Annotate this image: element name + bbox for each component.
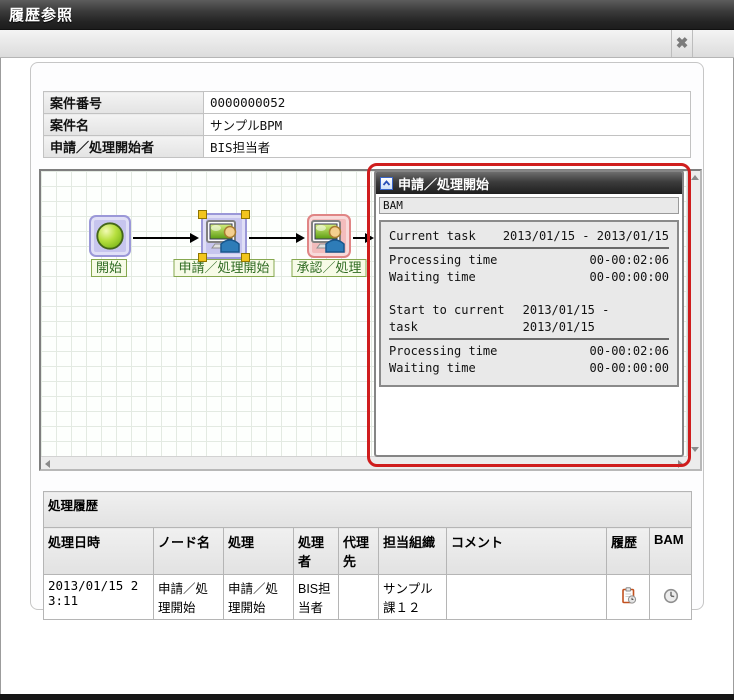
cell-action: 申請／処理開始 [223, 574, 294, 620]
table-title-row: 処理履歴 [42, 491, 693, 528]
case-number-label: 案件番号 [43, 91, 204, 114]
stat-label: Processing time [389, 344, 498, 358]
col-history: 履歴 [606, 527, 650, 575]
cell-org: サンプル課１２ [378, 574, 447, 620]
stat-value: 00-00:00:00 [589, 361, 669, 375]
case-name-value: サンプルBPM [203, 113, 691, 136]
window-bottom-edge [0, 694, 734, 700]
stat-row: Start to current task 2013/01/15 - 2013/… [389, 302, 669, 336]
separator [389, 338, 669, 340]
selection-handle[interactable] [198, 210, 207, 219]
apply-node-label: 申請／処理開始 [173, 259, 275, 277]
stat-label: Waiting time [389, 270, 476, 284]
stat-label: Current task [389, 229, 476, 243]
cell-node-name: 申請／処理開始 [153, 574, 224, 620]
col-node-name: ノード名 [153, 527, 224, 575]
bam-detail-highlight-frame: 申請／処理開始 BAM Current task 2013/01/15 - 20… [367, 163, 691, 467]
bam-panel-header: 申請／処理開始 [376, 172, 682, 194]
stat-value: 00-00:02:06 [589, 253, 669, 267]
col-action: 処理 [223, 527, 294, 575]
bam-stats-box: Current task 2013/01/15 - 2013/01/15 Pro… [379, 220, 679, 387]
flow-arrow [133, 233, 199, 243]
chevron-up-icon [382, 179, 391, 186]
cell-datetime: 2013/01/15 23:11 [43, 574, 154, 620]
stat-row: Processing time 00-00:02:06 [389, 343, 669, 360]
bam-detail-panel: 申請／処理開始 BAM Current task 2013/01/15 - 20… [374, 170, 684, 457]
start-node[interactable] [89, 215, 131, 257]
bam-panel-title: 申請／処理開始 [398, 176, 490, 192]
stat-label: Waiting time [389, 361, 476, 375]
bam-label-bar: BAM [379, 197, 679, 214]
applicant-label: 申請／処理開始者 [43, 135, 204, 158]
close-button[interactable]: ✖ [671, 30, 693, 57]
dialog-body: 案件番号 0000000052 案件名 サンプルBPM 申請／処理開始者 BIS… [0, 58, 734, 694]
cell-processor: BIS担当者 [293, 574, 339, 620]
case-info-table: 案件番号 0000000052 案件名 サンプルBPM 申請／処理開始者 BIS… [43, 91, 691, 158]
stat-row: Processing time 00-00:02:06 [389, 252, 669, 269]
history-table-title: 処理履歴 [42, 491, 693, 528]
selection-handle[interactable] [241, 210, 250, 219]
case-name-label: 案件名 [43, 113, 204, 136]
task-person-icon [311, 220, 345, 253]
table-row: 案件名 サンプルBPM [43, 113, 691, 136]
selection-handle[interactable] [241, 253, 250, 262]
stat-value: 00-00:00:00 [589, 270, 669, 284]
workflow-canvas: 開始 申請／処理開始 承認／処理 申請／処理開始 BAM Current tas… [39, 163, 702, 471]
stat-row: Waiting time 00-00:00:00 [389, 269, 669, 286]
content-card: 案件番号 0000000052 案件名 サンプルBPM 申請／処理開始者 BIS… [30, 62, 704, 620]
clipboard-clock-icon [621, 587, 636, 604]
cell-proxy [338, 574, 379, 620]
bam-detail-button[interactable] [648, 574, 693, 620]
apply-node[interactable] [198, 210, 250, 262]
window-title: 履歴参照 [9, 7, 74, 24]
case-number-value: 0000000052 [203, 91, 691, 114]
close-icon: ✖ [675, 35, 689, 52]
table-row: 申請／処理開始者 BIS担当者 [43, 135, 691, 158]
table-row: 2013/01/15 23:11 申請／処理開始 申請／処理開始 BIS担当者 … [43, 574, 693, 620]
task-person-icon [206, 220, 240, 253]
clock-icon [663, 588, 678, 603]
history-reference-dialog: 履歴参照 ✖ 案件番号 0000000052 案件名 サンプルBPM 申請／処理… [0, 0, 734, 700]
start-node-label: 開始 [90, 259, 128, 277]
history-detail-button[interactable] [606, 574, 650, 620]
separator [389, 247, 669, 249]
approve-node[interactable] [307, 214, 351, 258]
col-org: 担当組織 [378, 527, 447, 575]
toolbar: ✖ [0, 30, 734, 58]
start-circle-icon [96, 222, 124, 250]
stat-value: 2013/01/15 - 2013/01/15 [502, 229, 669, 243]
col-bam: BAM [648, 527, 693, 575]
scroll-down-arrow-icon[interactable] [691, 447, 699, 452]
window-titlebar: 履歴参照 [0, 0, 734, 30]
selection-handle[interactable] [198, 253, 207, 262]
table-header-row: 処理日時 ノード名 処理 処理者 代理先 担当組織 コメント 履歴 BAM [43, 527, 693, 575]
applicant-value: BIS担当者 [203, 135, 691, 158]
flow-arrow [353, 233, 374, 243]
col-comment: コメント [446, 527, 607, 575]
col-proxy: 代理先 [338, 527, 379, 575]
flow-arrow [249, 233, 305, 243]
stat-row: Current task 2013/01/15 - 2013/01/15 [389, 228, 669, 245]
stat-label: Processing time [389, 253, 498, 267]
col-datetime: 処理日時 [43, 527, 154, 575]
stat-label: Start to current task [389, 303, 505, 334]
table-row: 案件番号 0000000052 [43, 91, 691, 114]
scroll-left-arrow-icon[interactable] [45, 460, 50, 468]
collapse-button[interactable] [380, 176, 393, 190]
cell-comment [446, 574, 607, 620]
col-processor: 処理者 [293, 527, 339, 575]
stat-row: Waiting time 00-00:00:00 [389, 360, 669, 377]
stat-value: 00-00:02:06 [589, 344, 669, 358]
processing-history-table: 処理履歴 処理日時 ノード名 処理 処理者 代理先 担当組織 コメント 履歴 B… [42, 491, 693, 620]
scroll-up-arrow-icon[interactable] [691, 175, 699, 180]
stat-value: 2013/01/15 - 2013/01/15 [522, 303, 610, 334]
approve-node-label: 承認／処理 [291, 259, 367, 277]
